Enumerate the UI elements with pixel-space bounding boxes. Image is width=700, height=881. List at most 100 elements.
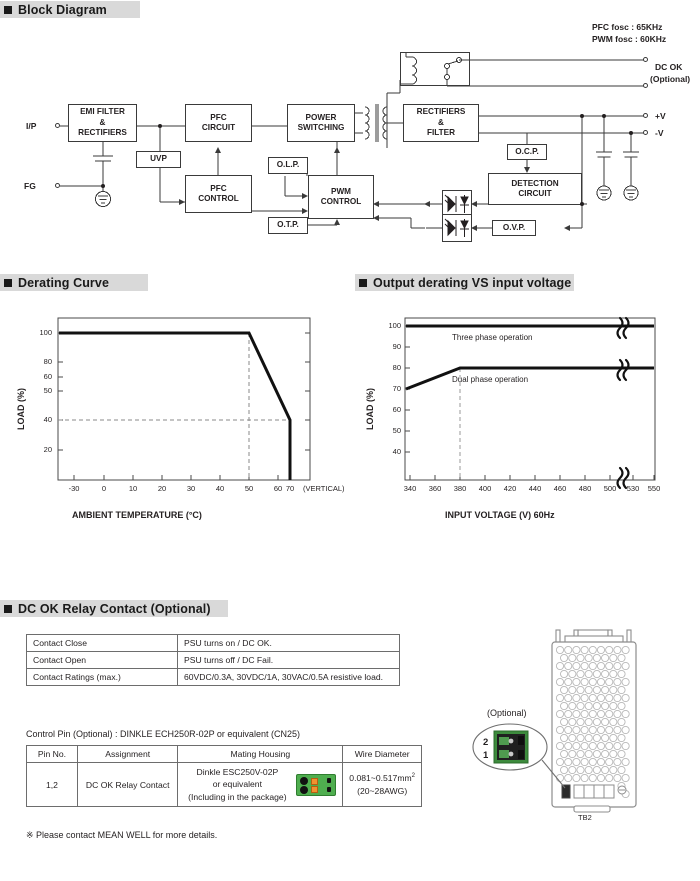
block-ocp: O.C.P. [507,144,547,160]
bullet-square-icon [359,278,367,287]
wire-diameter-line-2: (20~28AWG) [357,785,408,796]
optocoupler-2 [442,214,472,242]
block-label: O.V.P. [502,222,526,232]
cell-label: Contact Open [26,651,178,669]
section-header-derating-curve: Derating Curve [0,274,148,291]
product-photo-svg [472,629,637,813]
block-label: EMI FILTER & RECTIFIERS [78,107,127,138]
block-detection-circuit: DETECTION CIRCUIT [488,173,582,205]
x-tick-label: 30 [186,484,196,493]
block-label: PFC CIRCUIT [201,112,236,133]
x-tick-label: 550 [647,484,661,493]
connector-pin [327,786,332,792]
x-tick-label: 460 [553,484,567,493]
table-row: Contact Ratings (max.) 60VDC/0.3A, 30VDC… [26,668,400,686]
section-title: DC OK Relay Contact (Optional) [18,601,211,616]
section-title: Derating Curve [18,275,110,290]
x-tick-label: 10 [128,484,138,493]
y-tick-label: 50 [392,426,401,435]
terminal-fg [55,183,60,188]
x-tick-label: 0 [101,484,107,493]
table-row: Contact Open PSU turns off / DC Fail. [26,651,400,669]
tb2-label: TB2 [578,813,592,822]
datasheet-page: Block Diagram PFC fosc : 65KHz PWM fosc … [0,0,700,876]
y-tick-label: 40 [392,447,401,456]
y-tick-label: 70 [392,384,401,393]
col-assignment: Assignment [76,745,179,763]
bullet-square-icon [4,278,12,287]
block-label: PFC CONTROL [198,183,239,204]
block-rectifiers-filter: RECTIFIERS & FILTER [403,104,479,142]
wire-diameter-line-1: 0.081~0.517mm2 [349,772,415,784]
pin-label-1: 1 [483,750,489,761]
x-tick-label: 400 [478,484,492,493]
col-mating-housing: Mating Housing [177,745,344,763]
block-label: O.C.P. [515,146,539,156]
junction-dot [580,114,584,118]
terminal-label-dcok-optional: (Optional) [650,74,691,84]
cell-value: 60VDC/0.3A, 30VDC/1A, 30VAC/0.5A resisti… [177,668,400,686]
block-label: O.L.P. [276,160,300,170]
terminal-vminus [643,130,648,135]
x-tick-label: 340 [403,484,417,493]
connector-screw [311,777,319,785]
mating-housing-line-2: or equivalent [212,779,262,790]
y-tick-label: 40 [43,415,52,424]
terminal-label-ip: I/P [26,121,37,131]
table-row: 1,2 DC OK Relay Contact Dinkle ESC250V-0… [26,761,422,808]
block-ovp: O.V.P. [492,220,536,236]
block-pfc-circuit: PFC CIRCUIT [185,104,252,142]
x-tick-label: 440 [528,484,542,493]
series-label-three-phase: Three phase operation [452,333,533,342]
x-axis-label: AMBIENT TEMPERATURE (°C) [72,510,202,520]
dc-ok-relay-table: Contact Close PSU turns on / DC OK. Cont… [26,634,400,686]
block-label: RECTIFIERS & FILTER [416,107,466,138]
junction-dot [580,202,584,206]
y-tick-label: 100 [39,328,52,337]
x-tick-label: 480 [578,484,592,493]
x-tick-label: -30 [68,484,80,493]
connector-screw [311,785,319,793]
junction-dot [158,124,162,128]
terminal-label-vminus: -V [655,128,664,138]
junction-dot [629,131,633,135]
col-pin-no: Pin No. [26,745,78,763]
table-row: Contact Close PSU turns on / DC OK. [26,634,400,652]
y-tick-label: 60 [43,372,52,381]
optional-label: (Optional) [487,708,527,718]
vertical-annotation: (VERTICAL) [303,484,345,493]
y-tick-label: 20 [43,445,52,454]
derating-curve-svg [57,317,311,481]
bullet-square-icon [4,604,12,613]
control-pin-table: Pin No. Assignment Mating Housing Wire D… [26,745,422,808]
block-emi-filter: EMI FILTER & RECTIFIERS [68,104,137,142]
block-uvp: UVP [136,151,181,168]
x-tick-label: 40 [215,484,225,493]
pin-label-2: 2 [483,737,489,748]
y-tick-label: 80 [43,357,52,366]
junction-dot [101,184,105,188]
connector-photo [296,773,337,796]
cell-label: Contact Ratings (max.) [26,668,178,686]
block-label: UVP [150,154,167,164]
y-tick-label: 90 [392,342,401,351]
block-label: POWER SWITCHING [297,112,345,133]
x-tick-label: 20 [157,484,167,493]
section-title: Output derating VS input voltage [373,275,572,290]
x-axis-label: INPUT VOLTAGE (V) 60Hz [445,510,555,520]
cell-mating-housing: Dinkle ESC250V-02P or equivalent (Includ… [177,761,344,808]
block-pfc-control: PFC CONTROL [185,175,252,213]
connector-hole [300,785,309,794]
block-otp: O.T.P. [268,217,308,234]
block-power-switching: POWER SWITCHING [287,104,355,142]
y-tick-label: 100 [388,321,401,330]
terminal-vplus [643,113,648,118]
footnote: ※ Please contact MEAN WELL for more deta… [26,830,218,840]
y-axis-label: LOAD (%) [16,388,26,430]
terminal-label-vplus: +V [655,111,666,121]
optocoupler-icon [444,218,469,237]
connector-hole [300,776,309,785]
section-header-dc-ok: DC OK Relay Contact (Optional) [0,600,228,617]
mating-housing-line-1: Dinkle ESC250V-02P [196,767,279,777]
cell-pin-no: 1,2 [26,761,78,808]
